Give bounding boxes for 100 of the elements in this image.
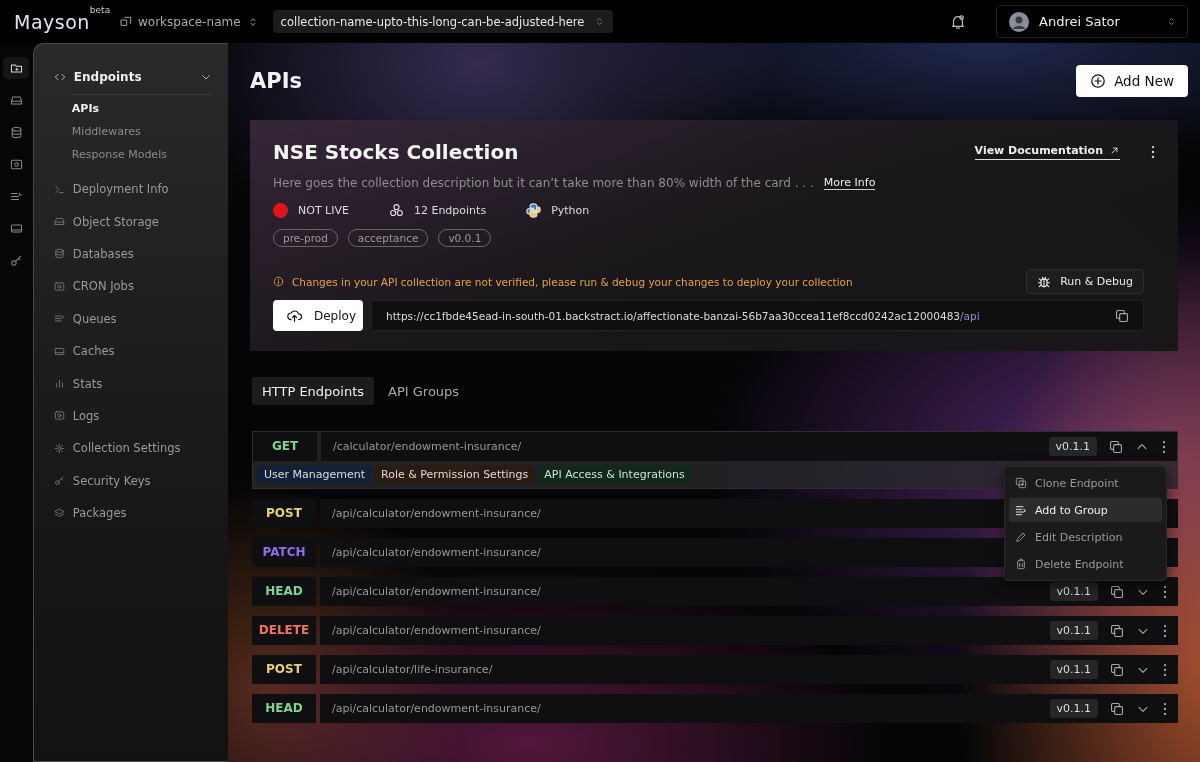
logo: Mayson — [14, 10, 90, 33]
menu-item[interactable]: Delete Endpoint — [1009, 552, 1162, 576]
sidebar-item[interactable]: Collection Settings — [53, 432, 212, 465]
group-tag: API Access & Integrations — [538, 466, 691, 483]
copy-icon[interactable] — [1115, 308, 1129, 323]
square-icon — [9, 157, 23, 171]
more-button[interactable] — [1150, 144, 1156, 160]
sidebar-item[interactable]: Packages — [53, 496, 212, 530]
more-info-link[interactable]: More Info — [823, 176, 876, 190]
more-icon[interactable] — [1162, 622, 1168, 639]
sidebar-item[interactable]: Caches — [53, 334, 212, 368]
version-badge: v0.1.1 — [1049, 582, 1098, 601]
key-icon — [9, 253, 23, 267]
more-icon[interactable] — [1161, 438, 1167, 455]
group-tag: Role & Permission Settings — [375, 466, 535, 483]
status-label: NOT LIVE — [298, 204, 349, 217]
version-badge: v0.1.1 — [1049, 621, 1098, 640]
sidebar-item[interactable]: Logs — [53, 399, 212, 433]
sidebar-item[interactable]: Object Storage — [53, 205, 212, 238]
deploy-button[interactable]: Deploy — [273, 300, 363, 331]
sidebar-item[interactable]: Queues — [53, 302, 212, 335]
add-new-button[interactable]: Add New — [1076, 65, 1188, 97]
endpoint-path: /calculator/endowment-insurance/ — [333, 440, 522, 453]
endpoint-path: /api/calculator/endowment-insurance/ — [332, 702, 541, 715]
workspace-selector[interactable]: workspace-name — [116, 14, 263, 29]
url-field: https://cc1fbde45ead-in-south-01.backstract.io/affectionate-banzai-56b7aa30ccea11ef8ccd0242ac12000483/api — [371, 300, 1144, 331]
documentation-link[interactable]: View Documentation — [974, 144, 1120, 160]
http-method: POST — [266, 507, 302, 520]
workspace-icon — [120, 15, 132, 28]
terminal-icon — [53, 183, 65, 195]
trash-icon — [1015, 558, 1027, 570]
list-icon — [1015, 504, 1027, 516]
endpoint-path: /api/calculator/life-insurance/ — [332, 663, 493, 676]
sidebar-subitem[interactable]: APIs — [71, 100, 212, 117]
section-header[interactable]: Endpoints — [53, 68, 212, 86]
pencil-icon — [1015, 531, 1027, 543]
folder-icon — [9, 61, 23, 75]
http-method: POST — [266, 663, 302, 676]
beta-label: beta — [89, 4, 111, 15]
avatar — [1009, 11, 1029, 32]
drive-icon — [53, 345, 65, 357]
more-icon[interactable] — [1162, 661, 1168, 678]
bug-icon — [1037, 274, 1052, 289]
run-debug-button[interactable]: Run & Debug — [1026, 269, 1144, 294]
tab[interactable]: API Groups — [378, 377, 470, 405]
drive-icon — [9, 93, 23, 107]
menu-item[interactable]: Edit Description — [1009, 525, 1162, 549]
http-method: PATCH — [262, 546, 306, 559]
more-icon[interactable] — [1162, 583, 1168, 600]
key-icon — [53, 475, 65, 487]
collection-description: Here goes the collection description but it can’t take more than 80% width of the card . . . — [273, 176, 814, 190]
copy-icon[interactable] — [1109, 439, 1123, 454]
database-icon — [53, 248, 65, 260]
sidebar-item[interactable]: Databases — [53, 237, 212, 271]
cloud-upload-icon — [287, 308, 302, 323]
version-badge: v0.1.1 — [1049, 699, 1098, 718]
http-method: DELETE — [258, 624, 310, 637]
page-title: APIs — [250, 69, 302, 93]
updown-icon — [1166, 16, 1177, 27]
settings-icon — [53, 442, 65, 454]
version-badge: v0.1.1 — [1048, 437, 1097, 456]
endpoint-count: 12 Endpoints — [413, 204, 487, 217]
sidebar-subitem[interactable]: Response Models — [71, 146, 212, 163]
list-icon — [9, 189, 23, 203]
drive-icon — [9, 221, 23, 235]
rail-button[interactable] — [3, 57, 30, 79]
endpoint-path: /api/calculator/endowment-insurance/ — [332, 585, 541, 598]
copy-icon[interactable] — [1110, 584, 1124, 599]
warning-message: Changes in your API collection are not verified, please run & debug your changes to deploy your collection — [292, 275, 854, 288]
more-icon[interactable] — [1162, 700, 1168, 717]
sidebar-item[interactable]: Stats — [53, 367, 212, 400]
clone-icon — [1015, 477, 1027, 489]
database-icon — [9, 125, 23, 139]
collection-selector[interactable]: collection-name-upto-this-long-can-be-adjusted-here — [272, 10, 614, 33]
http-method: HEAD — [265, 585, 303, 598]
menu-item[interactable]: Add to Group — [1009, 498, 1162, 522]
group-tag: User Management — [258, 466, 372, 483]
version-badge: v0.1.1 — [1049, 660, 1098, 679]
http-method: GET — [271, 440, 299, 453]
sidebar-item[interactable]: Security Keys — [53, 464, 212, 497]
sidebar-item[interactable]: Deployment Info — [53, 173, 212, 206]
sidebar-item[interactable]: CRON Jobs — [53, 270, 212, 303]
square-icon — [53, 280, 65, 292]
list-icon — [53, 313, 65, 325]
tab[interactable]: HTTP Endpoints — [252, 377, 375, 405]
endpoint-path: /api/calculator/endowment-insurance/ — [332, 624, 541, 637]
menu-item[interactable]: Clone Endpoint — [1009, 471, 1162, 495]
layers-icon — [53, 507, 65, 519]
notification-icon[interactable] — [950, 13, 966, 30]
copy-icon[interactable] — [1110, 623, 1124, 638]
more-icon — [1150, 144, 1156, 160]
square-icon — [53, 410, 65, 422]
copy-icon[interactable] — [1110, 701, 1124, 716]
collection-name: NSE Stocks Collection — [273, 140, 519, 164]
endpoint-path: /api/calculator/endowment-insurance/ — [332, 546, 541, 559]
copy-icon[interactable] — [1110, 662, 1124, 677]
endpoint-path: /api/calculator/endowment-insurance/ — [332, 507, 541, 520]
user-menu[interactable]: Andrei Sator — [996, 5, 1188, 38]
add-icon — [1090, 73, 1107, 89]
sidebar-subitem[interactable]: Middlewares — [71, 123, 212, 140]
